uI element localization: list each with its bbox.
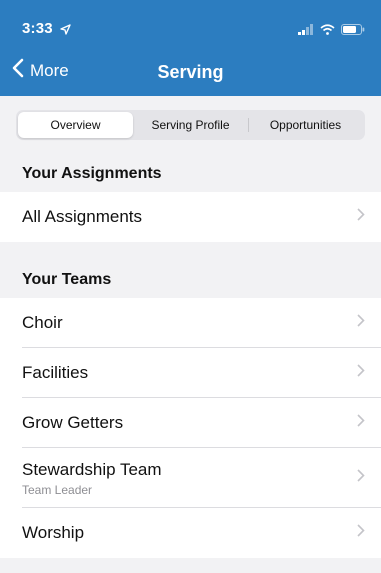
wifi-icon [320,22,335,40]
chevron-right-icon [357,208,365,226]
teams-list: Choir Facilities Grow Getters Stewardshi… [0,298,381,558]
segmented-control: Overview Serving Profile Opportunities [16,110,365,140]
list-item-label: Worship [22,523,85,542]
tab-bar-container: Overview Serving Profile Opportunities [0,96,381,156]
list-item-subtitle: Team Leader [22,482,93,497]
chevron-right-icon [357,314,365,332]
tab-serving-profile[interactable]: Serving Profile [133,112,248,138]
assignments-list: All Assignments [0,192,381,242]
battery-icon [341,22,365,40]
nav-bar: 3:33 More Serving [0,0,381,96]
chevron-right-icon [357,414,365,432]
list-item-label: Facilities [22,363,89,382]
assignments-header: Your Assignments [0,156,381,192]
tab-opportunities[interactable]: Opportunities [248,112,363,138]
list-item-label: All Assignments [22,207,142,226]
tab-overview[interactable]: Overview [18,112,133,138]
location-arrow-icon [60,22,71,40]
list-item-label: Grow Getters [22,413,124,432]
chevron-right-icon [357,469,365,487]
list-item-grow-getters[interactable]: Grow Getters [0,398,381,448]
chevron-right-icon [357,364,365,382]
list-item-all-assignments[interactable]: All Assignments [0,192,381,242]
list-item-facilities[interactable]: Facilities [0,348,381,398]
page-title: Serving [157,62,224,82]
status-bar: 3:33 [0,0,381,44]
teams-header: Your Teams [0,262,381,298]
list-item-choir[interactable]: Choir [0,298,381,348]
status-time: 3:33 [22,20,53,37]
chevron-right-icon [357,524,365,542]
signal-icon [298,22,314,40]
list-item-label: Stewardship Team [22,459,162,479]
list-item-label: Choir [22,313,63,332]
list-item-worship[interactable]: Worship [0,508,381,558]
list-item-stewardship-team[interactable]: Stewardship Team Team Leader [0,448,381,508]
